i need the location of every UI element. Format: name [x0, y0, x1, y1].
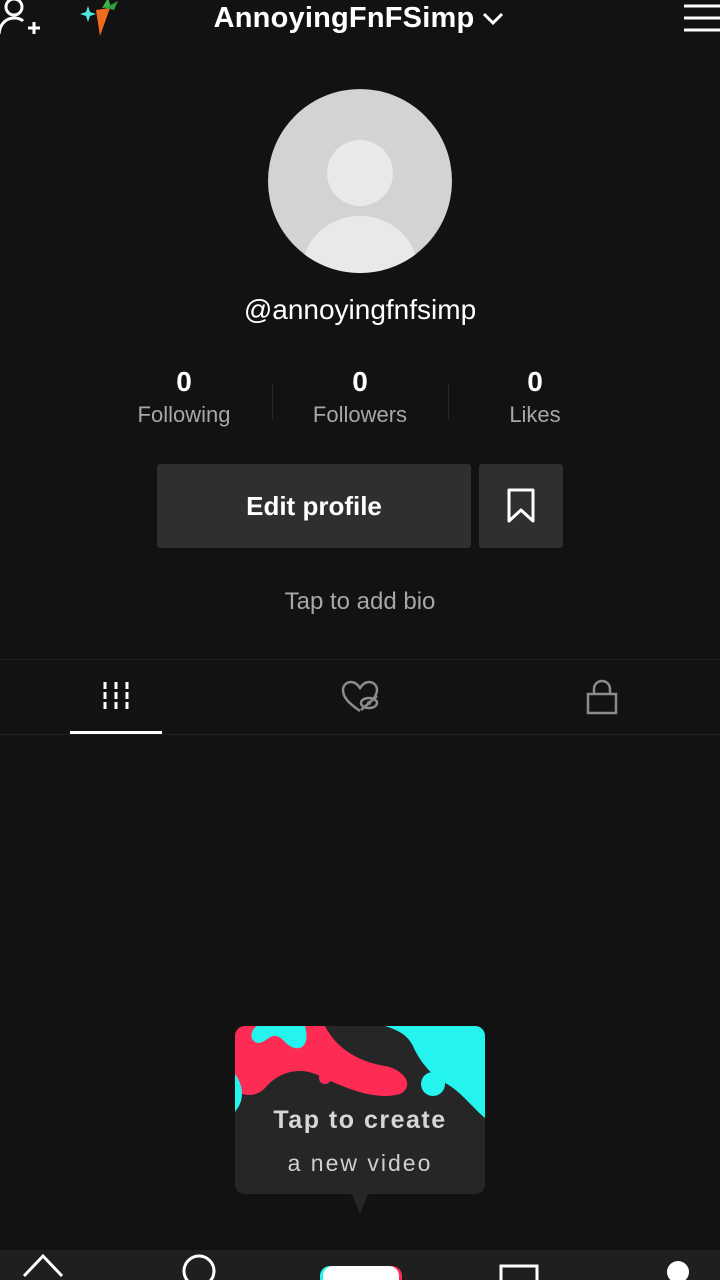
popup-subtitle: a new video [287, 1150, 433, 1176]
tab-videos[interactable] [70, 660, 162, 734]
edit-profile-button[interactable]: Edit profile [157, 464, 471, 548]
divider [0, 734, 720, 735]
create-icon[interactable] [318, 1250, 404, 1280]
popup-pointer [351, 1192, 369, 1214]
tab-liked[interactable] [314, 660, 406, 734]
stat-label: Likes [509, 402, 561, 427]
inbox-icon[interactable] [496, 1250, 542, 1280]
username-title: AnnoyingFnFSimp [213, 1, 475, 34]
stat-label: Following [137, 402, 231, 427]
stat-followers[interactable]: 0 Followers [285, 364, 435, 428]
profile-screen: AnnoyingFnFSimp @annoyingfnfsimp 0 Follo… [0, 0, 720, 1280]
stat-value: 0 [176, 366, 192, 397]
stat-label: Followers [312, 402, 408, 427]
menu-icon[interactable] [682, 2, 720, 34]
videos-grid-icon [103, 682, 129, 712]
stat-likes[interactable]: 0 Likes [460, 364, 610, 428]
home-icon[interactable] [20, 1250, 66, 1280]
tab-private[interactable] [556, 660, 648, 734]
chevron-down-icon [483, 12, 504, 26]
divider [448, 385, 449, 419]
stat-value: 0 [352, 366, 368, 397]
account-switcher[interactable]: AnnoyingFnFSimp [0, 0, 720, 36]
favorites-button[interactable] [479, 464, 563, 548]
avatar[interactable] [268, 89, 452, 273]
top-bar: AnnoyingFnFSimp [0, 0, 720, 50]
popup-title: Tap to create [273, 1106, 447, 1134]
discover-icon[interactable] [178, 1250, 220, 1280]
bottom-nav [0, 1250, 720, 1280]
stat-following[interactable]: 0 Following [109, 364, 259, 428]
profile-handle: @annoyingfnfsimp [243, 294, 477, 325]
private-lock-icon [586, 679, 618, 715]
default-avatar-icon [302, 140, 418, 273]
create-video-popup[interactable]: Tap to create a new video [235, 1026, 485, 1194]
add-bio-prompt[interactable]: Tap to add bio [0, 588, 720, 616]
divider [272, 385, 273, 419]
liked-hidden-icon [341, 680, 379, 713]
profile-icon[interactable] [658, 1250, 698, 1280]
bookmark-icon [507, 488, 535, 523]
stat-value: 0 [527, 366, 543, 397]
